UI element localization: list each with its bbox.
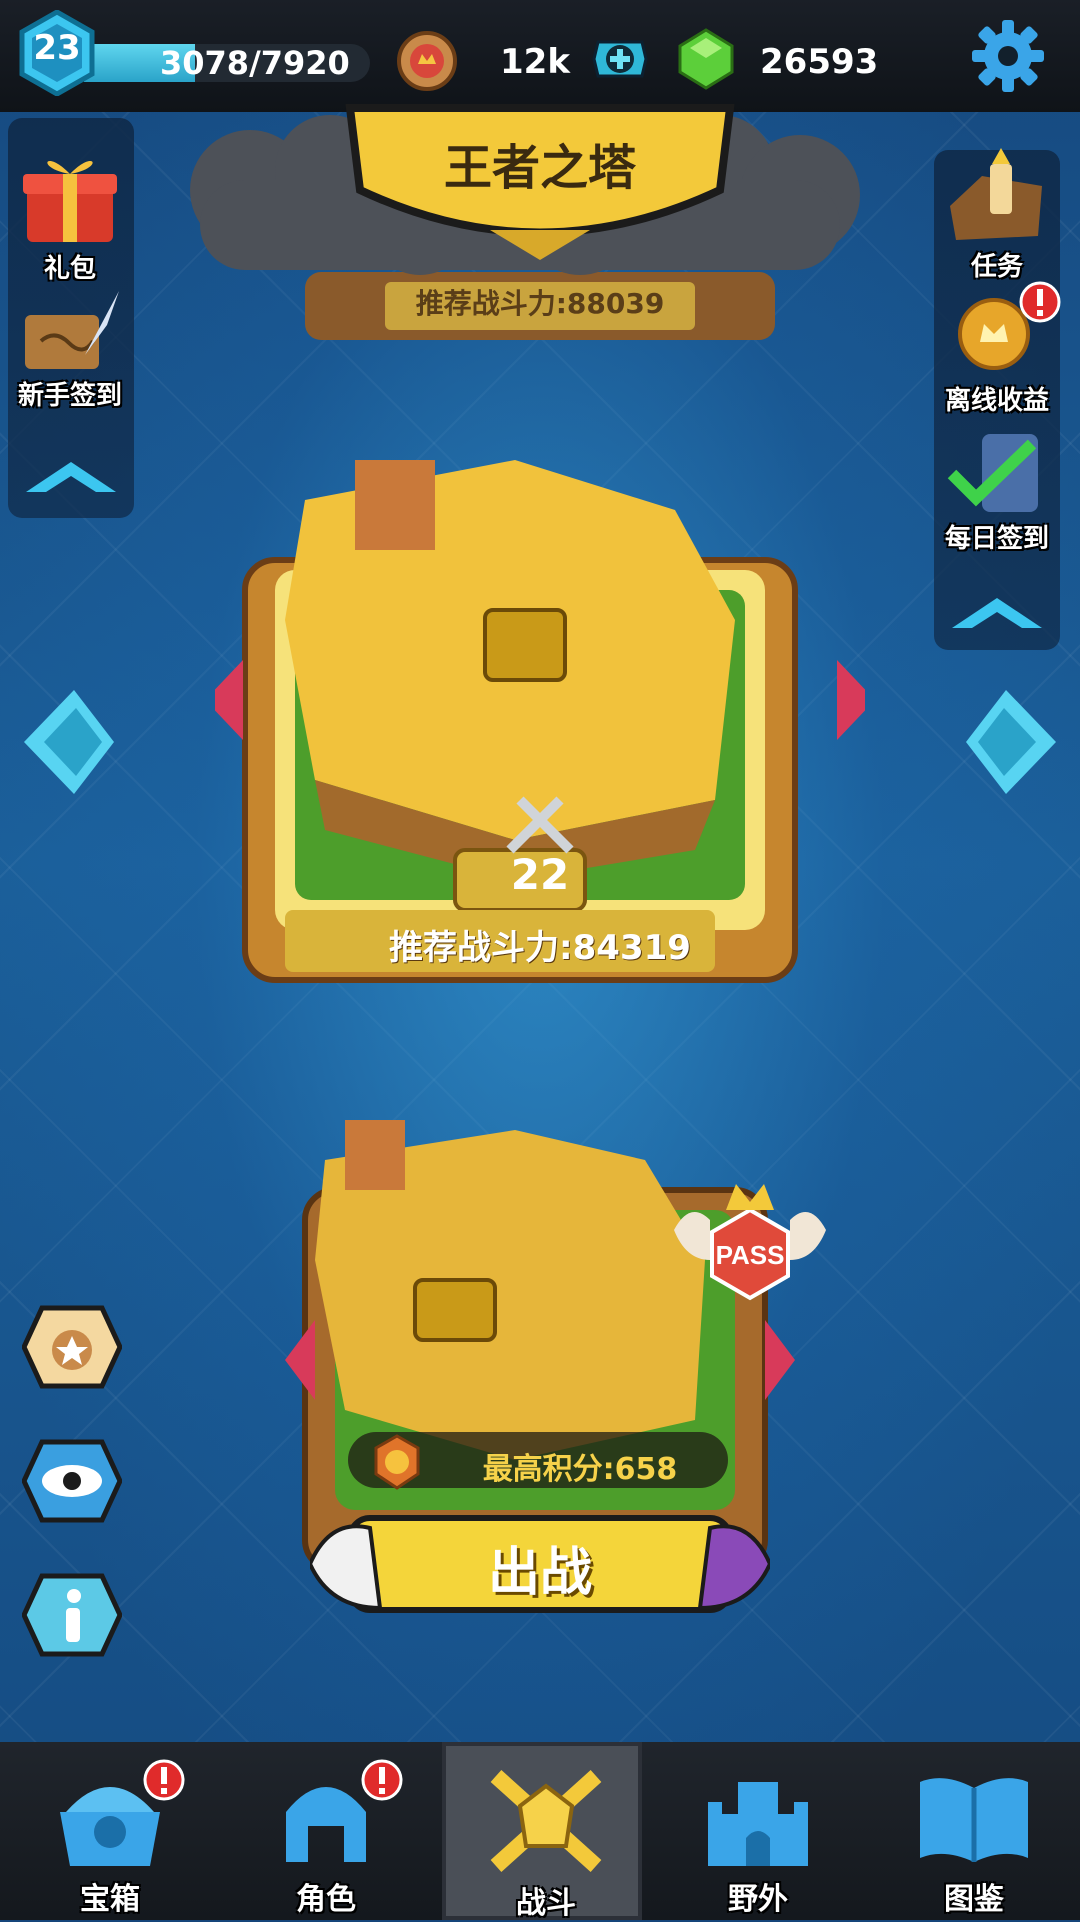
offline-earnings-alert-icon xyxy=(1019,281,1061,323)
pass-label: PASS xyxy=(716,1240,785,1270)
offline-earnings-label: 离线收益 xyxy=(944,386,1049,416)
checklist-icon xyxy=(947,434,1038,512)
newbie-checkin-button[interactable]: 新手签到 xyxy=(0,285,140,412)
current-stage-tile[interactable] xyxy=(215,420,865,1000)
nav-treasure-chest-label: 宝箱 xyxy=(80,1882,140,1917)
right-collapse-chevron-icon[interactable] xyxy=(942,592,1052,632)
quest-map-icon xyxy=(950,148,1042,240)
prev-stage-arrow-icon[interactable] xyxy=(14,682,124,802)
quill-scroll-icon xyxy=(25,291,119,369)
gear-icon[interactable] xyxy=(970,18,1046,94)
character-alert-icon xyxy=(361,1759,403,1801)
tower-title: 王者之塔 xyxy=(443,140,636,196)
newbie-checkin-label: 新手签到 xyxy=(17,381,122,411)
plus-icon[interactable] xyxy=(592,36,648,82)
nav-codex[interactable]: 图鉴 xyxy=(874,1742,1074,1920)
nav-character-label: 角色 xyxy=(296,1882,356,1917)
fight-button-label[interactable]: 出战 xyxy=(310,1530,770,1605)
nav-battle[interactable]: 战斗 xyxy=(442,1742,642,1921)
daily-checkin-label: 每日签到 xyxy=(944,524,1049,554)
nav-battle-label: 战斗 xyxy=(516,1886,576,1921)
nav-wilderness-label: 野外 xyxy=(728,1882,788,1917)
daily-checkin-button[interactable]: 每日签到 xyxy=(927,428,1067,555)
current-stage-level: 22 xyxy=(510,850,570,899)
quest-button[interactable]: 任务 xyxy=(927,146,1067,283)
book-icon xyxy=(920,1778,1028,1862)
gift-pack-button[interactable]: 礼包 xyxy=(0,148,140,285)
current-stage-recommended-power: 推荐战斗力:84319 xyxy=(389,928,691,968)
coin-count: 12k xyxy=(500,42,570,82)
nav-wilderness[interactable]: 野外 xyxy=(658,1742,858,1920)
medal-coin-icon xyxy=(397,31,457,91)
gift-box-icon xyxy=(23,160,117,242)
nav-codex-label: 图鉴 xyxy=(944,1882,1004,1917)
top-stage-recommended-power: 推荐战斗力:88039 xyxy=(415,287,665,320)
info-icon[interactable] xyxy=(22,1570,122,1660)
quest-label: 任务 xyxy=(970,252,1023,282)
gift-pack-label: 礼包 xyxy=(43,254,96,284)
castle-icon xyxy=(708,1782,808,1866)
pass-badge-icon: PASS xyxy=(674,1184,826,1301)
gem-count: 26593 xyxy=(760,42,879,82)
left-collapse-chevron-icon[interactable] xyxy=(16,456,126,496)
player-level: 23 xyxy=(33,28,81,68)
green-gem-icon xyxy=(678,28,734,90)
crossed-swords-icon xyxy=(490,1770,602,1872)
xp-text: 3078/7920 xyxy=(160,44,350,82)
score-medal-icon xyxy=(374,1434,420,1490)
next-stage-arrow-icon[interactable] xyxy=(956,682,1066,802)
best-score-text: 最高积分:658 xyxy=(482,1452,678,1487)
chest-alert-icon xyxy=(143,1759,185,1801)
medal-button-icon[interactable] xyxy=(22,1302,122,1392)
eye-icon[interactable] xyxy=(22,1436,122,1526)
